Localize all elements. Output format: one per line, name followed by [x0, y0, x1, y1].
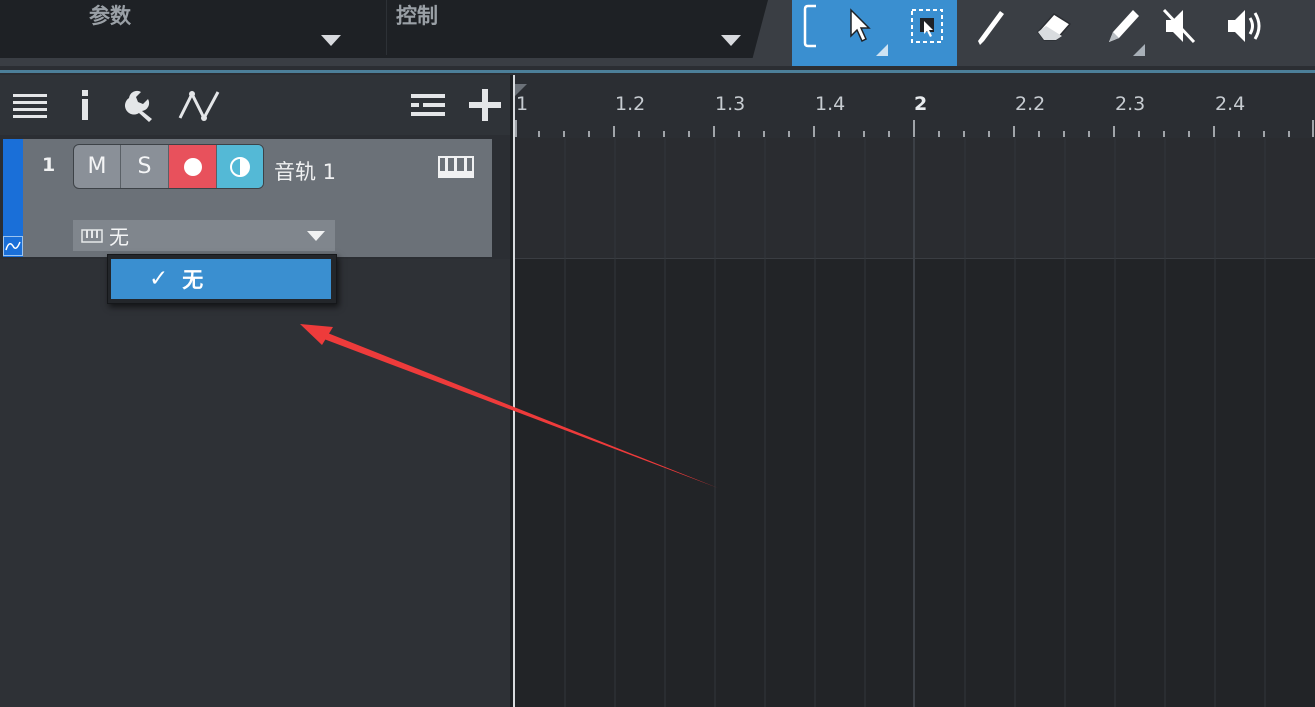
annotation-arrow	[300, 324, 718, 488]
